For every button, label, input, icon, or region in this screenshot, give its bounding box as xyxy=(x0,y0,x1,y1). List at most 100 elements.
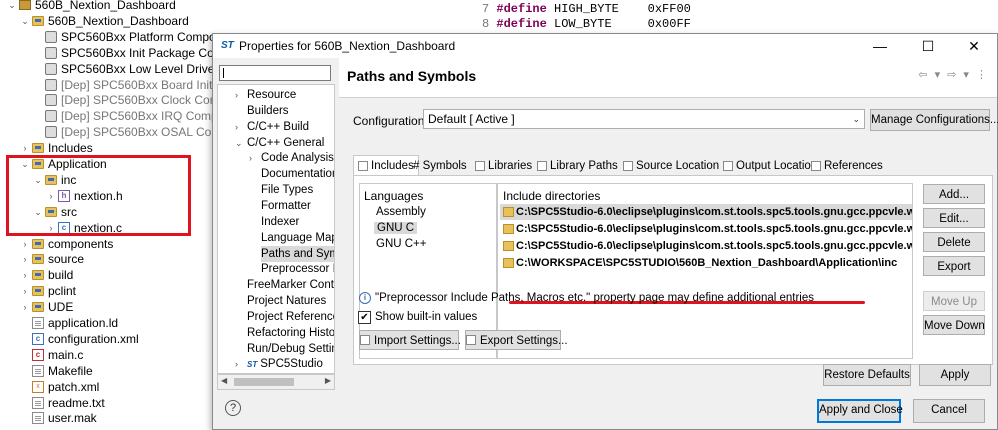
tree-item[interactable]: Makefile xyxy=(20,363,93,379)
nav-item[interactable]: Builders xyxy=(247,103,334,119)
component-icon xyxy=(45,78,57,91)
chevron-down-icon[interactable]: ⌄ xyxy=(235,135,243,151)
tab-library-paths[interactable]: Library Paths xyxy=(537,157,618,175)
tab-output-location[interactable]: Output Location xyxy=(723,157,817,175)
nav-item[interactable]: › ST SPC5Studio xyxy=(235,356,334,372)
close-button[interactable]: ✕ xyxy=(951,34,997,58)
dialog-titlebar[interactable]: ST Properties for 560B_Nextion_Dashboard… xyxy=(213,34,997,58)
chevron-right-icon[interactable]: › xyxy=(20,236,30,252)
help-icon[interactable]: ? xyxy=(225,400,241,416)
page-history-nav[interactable]: ⇦ ▾ ⇨ ▾ ⋮ xyxy=(918,68,989,81)
show-builtin-label[interactable]: Show built-in values xyxy=(375,311,477,323)
code-line[interactable]: 7 #define HIGH_BYTE 0xFF00 xyxy=(482,1,691,17)
tree-item[interactable]: application.ld xyxy=(20,315,118,331)
include-directory-item[interactable]: C:\SPC5Studio-6.0\eclipse\plugins\com.st… xyxy=(500,238,912,254)
nav-item[interactable]: Project Natures xyxy=(247,293,334,309)
tree-item[interactable]: ⌄ 560B_Nextion_Dashboard xyxy=(7,0,176,13)
chevron-right-icon[interactable]: › xyxy=(235,356,238,372)
language-item[interactable]: Assembly xyxy=(376,206,426,218)
chevron-right-icon[interactable]: › xyxy=(20,299,30,315)
show-builtin-checkbox[interactable]: ✔ xyxy=(358,311,371,324)
nav-item[interactable]: Formatter xyxy=(261,198,334,214)
include-directory-item[interactable]: C:\SPC5Studio-6.0\eclipse\plugins\com.st… xyxy=(500,204,912,220)
import-settings-button[interactable]: Import Settings... xyxy=(359,330,461,350)
tree-item[interactable]: › pclint xyxy=(20,283,77,299)
nav-item[interactable]: Paths and Symbols xyxy=(261,245,334,262)
tree-item[interactable]: › UDE xyxy=(20,299,74,315)
move-down-button[interactable]: Move Down xyxy=(923,315,985,335)
cancel-button[interactable]: Cancel xyxy=(913,399,985,423)
move-up-button[interactable]: Move Up xyxy=(923,291,985,311)
scroll-thumb[interactable] xyxy=(234,378,294,386)
minimize-button[interactable]: — xyxy=(857,34,903,58)
add-button[interactable]: Add... xyxy=(923,184,985,204)
nav-item[interactable]: › Code Analysis xyxy=(249,150,334,166)
tree-item[interactable]: › Includes xyxy=(20,140,93,156)
tab-source-location[interactable]: Source Location xyxy=(623,157,719,175)
tree-item[interactable]: c configuration.xml xyxy=(20,331,139,347)
nav-item[interactable]: Indexer xyxy=(261,214,334,230)
edit-button[interactable]: Edit... xyxy=(923,208,985,228)
manage-configurations-button[interactable]: Manage Configurations... xyxy=(870,109,998,131)
line-number: 7 xyxy=(482,2,490,16)
nav-item-label: Paths and Symbols xyxy=(261,247,334,260)
tab-libraries[interactable]: Libraries xyxy=(475,157,532,175)
highlight-box-application xyxy=(6,155,191,236)
tree-item[interactable]: ⌄ 560B_Nextion_Dashboard xyxy=(20,13,189,29)
chevron-right-icon[interactable]: › xyxy=(20,283,30,299)
nav-item[interactable]: Preprocessor Include Paths xyxy=(261,261,334,277)
tab-symbols[interactable]: # Symbols xyxy=(413,157,467,175)
delete-button[interactable]: Delete xyxy=(923,232,985,252)
nav-item[interactable]: ⌄ C/C++ General xyxy=(235,135,334,151)
tree-item[interactable]: x patch.xml xyxy=(20,379,99,395)
nav-horizontal-scrollbar[interactable]: ◀ ▶ xyxy=(217,374,335,390)
tree-item[interactable]: › source xyxy=(20,251,85,267)
restore-defaults-button[interactable]: Restore Defaults xyxy=(823,364,911,386)
chevron-right-icon[interactable]: › xyxy=(235,87,238,103)
nav-item[interactable]: › Resource xyxy=(235,87,334,103)
nav-item[interactable]: Run/Debug Settings xyxy=(247,341,334,357)
tree-item[interactable]: SPC560Bxx Platform Component xyxy=(33,29,239,45)
filter-input[interactable] xyxy=(219,65,331,81)
tree-item[interactable]: c main.c xyxy=(20,347,83,363)
maximize-button[interactable]: ☐ xyxy=(905,34,951,58)
chevron-right-icon[interactable]: › xyxy=(20,267,30,283)
tree-item[interactable]: › components xyxy=(20,236,114,252)
configuration-select[interactable]: Default [ Active ] ⌄ xyxy=(423,109,865,129)
tab-includes[interactable]: Includes xyxy=(353,155,419,175)
nav-item[interactable]: › C/C++ Build xyxy=(235,119,334,135)
chevron-down-icon[interactable]: ⌄ xyxy=(20,13,30,29)
chevron-right-icon[interactable]: › xyxy=(20,251,30,267)
apply-button[interactable]: Apply xyxy=(919,364,991,386)
project-icon xyxy=(19,0,31,10)
nav-item-label: C/C++ General xyxy=(247,136,325,149)
nav-item[interactable]: Language Mappings xyxy=(261,230,334,246)
chevron-right-icon[interactable]: › xyxy=(20,140,30,156)
nav-item[interactable]: Project References xyxy=(247,309,334,325)
language-item[interactable]: GNU C++ xyxy=(376,238,427,250)
language-item[interactable]: GNU C xyxy=(374,222,418,234)
tab-references[interactable]: References xyxy=(811,157,883,175)
export-button[interactable]: Export xyxy=(923,256,985,276)
tree-item[interactable]: user.mak xyxy=(20,410,97,426)
code-value: 0xFF00 xyxy=(647,2,691,16)
chevron-right-icon[interactable]: › xyxy=(235,119,238,135)
scroll-left-icon[interactable]: ◀ xyxy=(221,376,227,385)
include-directory-item[interactable]: C:\WORKSPACE\SPC5STUDIO\560B_Nextion_Das… xyxy=(500,255,912,271)
scroll-right-icon[interactable]: ▶ xyxy=(325,376,331,385)
code-editor[interactable]: 7 #define HIGH_BYTE 0xFF00 8 #define LOW_… xyxy=(456,0,998,32)
code-line[interactable]: 8 #define LOW_BYTE 0x00FF xyxy=(482,16,691,32)
apply-and-close-button[interactable]: Apply and Close xyxy=(817,399,903,423)
chevron-down-icon[interactable]: ⌄ xyxy=(7,0,17,13)
nav-item[interactable]: Refactoring History xyxy=(247,325,334,341)
tree-item[interactable]: › build xyxy=(20,267,74,283)
nav-item[interactable]: FreeMarker Context xyxy=(247,277,334,293)
nav-item[interactable]: Documentation xyxy=(261,166,334,182)
chevron-right-icon[interactable]: › xyxy=(249,150,252,166)
include-directory-item[interactable]: C:\SPC5Studio-6.0\eclipse\plugins\com.st… xyxy=(500,221,912,237)
tab-label: Library Paths xyxy=(550,160,618,172)
export-settings-button[interactable]: Export Settings... xyxy=(465,330,568,350)
tree-item[interactable]: readme.txt xyxy=(20,395,105,411)
tab-label: # Symbols xyxy=(413,160,467,172)
nav-item[interactable]: File Types xyxy=(261,182,334,198)
